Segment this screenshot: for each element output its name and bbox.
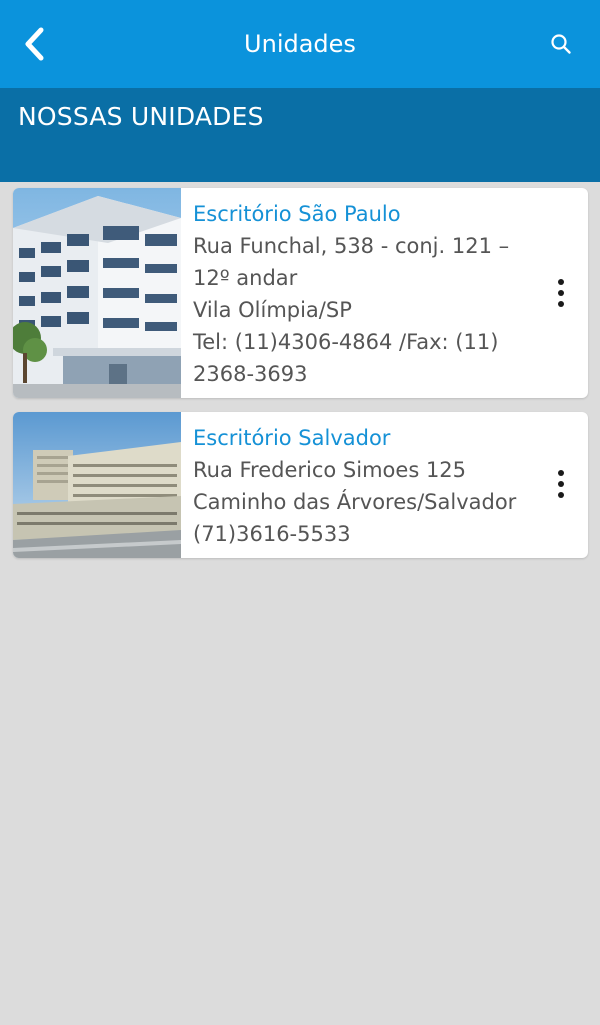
more-vertical-icon[interactable]: [546, 273, 576, 313]
chevron-left-icon: [25, 27, 44, 61]
menu-dot: [558, 492, 564, 498]
unit-phone: (71)3616-5533: [193, 522, 351, 546]
unit-card-sao-paulo[interactable]: Escritório São Paulo Rua Funchal, 538 - …: [13, 188, 588, 398]
unit-card-salvador[interactable]: Escritório Salvador Rua Frederico Simoes…: [13, 412, 588, 558]
menu-dot: [558, 301, 564, 307]
back-button[interactable]: [14, 22, 54, 66]
search-button[interactable]: [544, 26, 578, 62]
section-title: NOSSAS UNIDADES: [18, 102, 264, 131]
menu-dot: [558, 481, 564, 487]
unit-phone: Tel: (11)4306-4864 /Fax: (11): [193, 330, 499, 354]
unit-title: Escritório São Paulo: [193, 202, 401, 226]
section-header: NOSSAS UNIDADES: [0, 88, 600, 182]
building-image: [13, 412, 181, 558]
unit-city: Vila Olímpia/SP: [193, 298, 352, 322]
menu-dot: [558, 279, 564, 285]
unit-info: Escritório São Paulo Rua Funchal, 538 - …: [193, 198, 533, 390]
more-vertical-icon[interactable]: [546, 464, 576, 504]
app-bar: Unidades: [0, 0, 600, 88]
menu-dot: [558, 470, 564, 476]
unit-info: Escritório Salvador Rua Frederico Simoes…: [193, 422, 533, 550]
unit-title: Escritório Salvador: [193, 426, 391, 450]
unit-address-line-2: 12º andar: [193, 266, 298, 290]
unit-fax: 2368-3693: [193, 362, 308, 386]
page-title: Unidades: [244, 30, 356, 58]
menu-dot: [558, 290, 564, 296]
unit-address-line-1: Rua Funchal, 538 - conj. 121 –: [193, 234, 510, 258]
search-icon: [551, 34, 571, 54]
building-image: [13, 188, 181, 398]
unit-address: Rua Frederico Simoes 125: [193, 458, 467, 482]
unit-city: Caminho das Árvores/Salvador: [193, 490, 517, 514]
